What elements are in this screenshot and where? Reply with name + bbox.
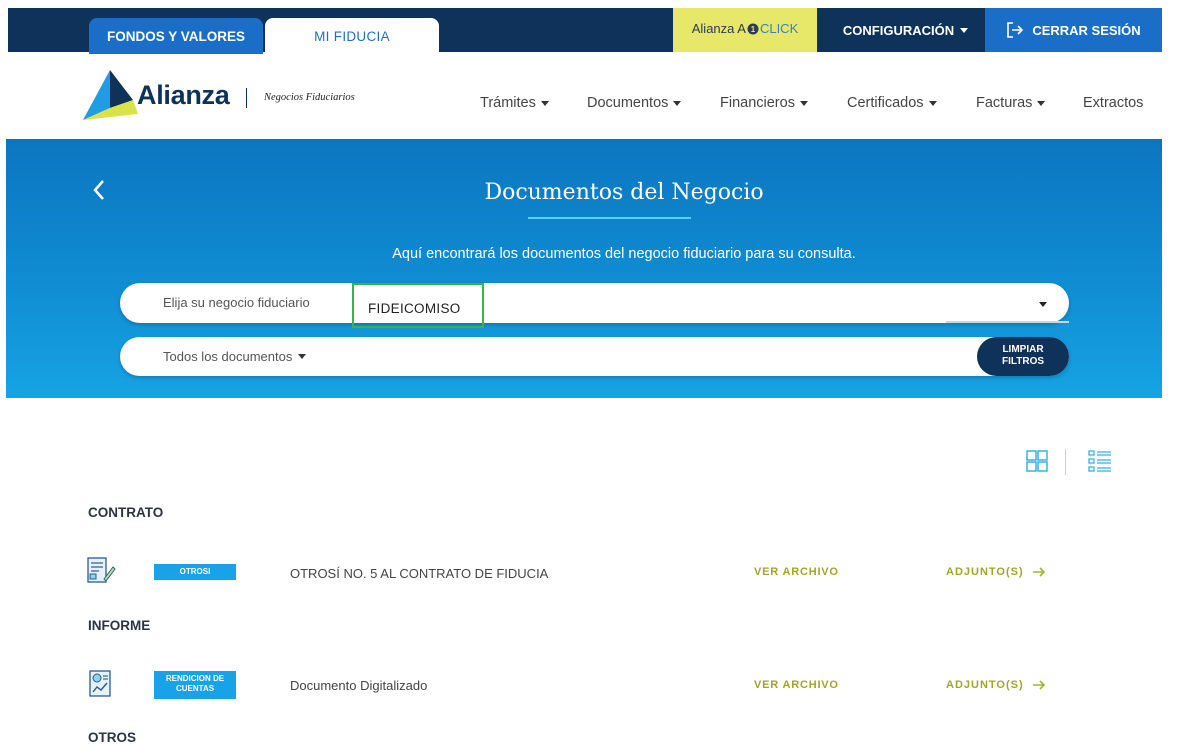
logout-icon — [1007, 22, 1024, 38]
document-name: OTROSÍ NO. 5 AL CONTRATO DE FIDUCIA — [290, 566, 549, 581]
chevron-down-icon — [1037, 100, 1046, 106]
attachments-link[interactable]: ADJUNTO(S) — [946, 566, 1046, 578]
nav-tramites[interactable]: Trámites — [480, 95, 549, 111]
attachments-label: ADJUNTO(S) — [946, 679, 1024, 691]
alianza-click-link[interactable]: Alianza A 1 CLICK — [673, 8, 817, 52]
logo-text: Alianza — [137, 80, 230, 110]
nav-label: Documentos — [587, 95, 669, 111]
tab-fondos-y-valores[interactable]: FONDOS Y VALORES — [89, 18, 263, 54]
contract-document-icon — [87, 557, 116, 583]
chevron-down-icon — [928, 100, 937, 106]
nav-label: Financieros — [720, 95, 795, 111]
report-chart-icon — [89, 670, 111, 697]
back-arrow-icon[interactable] — [88, 175, 110, 205]
section-title-contrato: CONTRATO — [88, 505, 164, 520]
nav-label: Facturas — [976, 95, 1033, 111]
badge-line: CUENTAS — [175, 684, 215, 693]
configuracion-dropdown[interactable]: CONFIGURACIÓN — [828, 8, 983, 52]
page-subtitle: Aquí encontrará los documentos del negoc… — [392, 246, 856, 262]
document-type-label: Todos los documentos — [163, 349, 293, 364]
attachments-link[interactable]: ADJUNTO(S) — [946, 679, 1046, 691]
business-select-label: Elija su negocio fiduciario — [163, 295, 310, 310]
logout-label: CERRAR SESIÓN — [1032, 22, 1141, 38]
chevron-down-icon — [1039, 302, 1047, 307]
chevron-down-icon — [960, 27, 969, 33]
arrow-right-icon — [1032, 567, 1045, 577]
section-title-otros: OTROS — [88, 730, 137, 745]
logout-button[interactable]: CERRAR SESIÓN — [985, 8, 1162, 52]
view-file-link[interactable]: VER ARCHIVO — [754, 679, 839, 691]
document-name: Documento Digitalizado — [290, 678, 428, 693]
logo-divider — [246, 88, 247, 108]
clear-filters-line1: LIMPIAR — [1002, 344, 1044, 355]
nav-certificados[interactable]: Certificados — [847, 95, 937, 111]
nav-label: Extractos — [1083, 95, 1144, 111]
title-underline — [528, 217, 691, 219]
page-title: Documentos del Negocio — [484, 180, 764, 205]
nav-documentos[interactable]: Documentos — [587, 95, 682, 111]
logo-subtitle: Negocios Fiduciarios — [264, 92, 355, 103]
alianza-click-prefix: Alianza A — [691, 21, 746, 36]
nav-financieros[interactable]: Financieros — [720, 95, 808, 111]
badge-rendicion-de-cuentas: RENDICION DE CUENTAS — [154, 671, 236, 699]
nav-extractos[interactable]: Extractos — [1083, 95, 1143, 111]
document-type-dropdown[interactable]: Todos los documentos — [163, 349, 307, 364]
chevron-down-icon — [799, 100, 808, 106]
select-underline — [946, 321, 1069, 323]
highlight-box — [352, 283, 484, 328]
chevron-down-icon — [673, 100, 682, 106]
attachments-label: ADJUNTO(S) — [946, 566, 1024, 578]
badge-line: RENDICION DE — [165, 674, 225, 683]
view-toggle-divider — [1065, 449, 1066, 475]
svg-text:1: 1 — [751, 25, 756, 34]
badge-otrosi: OTROSI — [154, 564, 236, 580]
grid-view-icon[interactable] — [1026, 450, 1048, 472]
configuracion-label: CONFIGURACIÓN — [842, 22, 955, 38]
section-title-informe: INFORME — [88, 618, 151, 633]
chevron-down-icon — [540, 100, 549, 106]
arrow-right-icon — [1032, 680, 1045, 690]
tab-mi-fiducia[interactable]: MI FIDUCIA — [265, 18, 439, 54]
alianza-click-one-icon: 1 — [747, 23, 759, 35]
clear-filters-button[interactable]: LIMPIAR FILTROS — [977, 337, 1069, 376]
view-file-link[interactable]: VER ARCHIVO — [754, 566, 839, 578]
alianza-logo-icon[interactable] — [83, 70, 138, 120]
clear-filters-line2: FILTROS — [1001, 356, 1045, 367]
chevron-down-icon — [298, 354, 307, 359]
alianza-click-suffix: CLICK — [759, 21, 799, 36]
document-filter-bar: Todos los documentos LIMPIAR FILTROS — [120, 337, 1069, 376]
nav-label: Trámites — [480, 95, 536, 111]
list-view-icon[interactable] — [1088, 450, 1112, 472]
top-bar: FONDOS Y VALORES MI FIDUCIA Alianza A 1 CL… — [8, 8, 1162, 54]
business-select[interactable]: Elija su negocio fiduciario FIDEICOMISO — [120, 283, 1069, 323]
nav-facturas[interactable]: Facturas — [976, 95, 1046, 111]
nav-label: Certificados — [847, 95, 924, 111]
